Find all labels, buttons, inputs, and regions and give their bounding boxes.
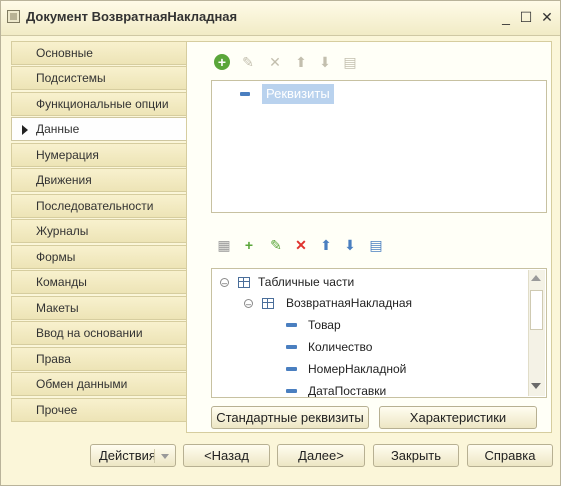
- tab-functional-options[interactable]: Функциональные опции: [11, 92, 186, 116]
- tab-rights[interactable]: Права: [11, 347, 186, 371]
- table-icon: [262, 298, 274, 309]
- title-bar[interactable]: Документ ВозвратнаяНакладная _ ☐ ✕: [1, 1, 560, 36]
- minimize-button[interactable]: _: [498, 8, 514, 26]
- move-down-icon[interactable]: ⬇: [317, 54, 333, 70]
- next-button[interactable]: Далее>: [277, 444, 365, 467]
- tab-label: Функциональные опции: [36, 97, 169, 111]
- tab-subsystems[interactable]: Подсистемы: [11, 66, 186, 90]
- tab-label: Данные: [36, 122, 80, 136]
- tab-commands[interactable]: Команды: [11, 270, 186, 294]
- sort-icon[interactable]: ▤: [368, 237, 384, 253]
- collapse-icon[interactable]: –: [220, 278, 229, 288]
- tabular-parts-tree[interactable]: – Табличные части – ВозвратнаяНакладная …: [211, 268, 547, 398]
- standard-attributes-button[interactable]: Стандартные реквизиты: [211, 406, 369, 429]
- help-button[interactable]: Справка: [467, 444, 553, 467]
- tab-numbering[interactable]: Нумерация: [11, 143, 186, 167]
- divider: [154, 449, 155, 463]
- scroll-up-icon[interactable]: [531, 275, 541, 281]
- tab-label: Последовательности: [36, 199, 154, 213]
- window-icon: [7, 10, 20, 23]
- tree-label: Табличные части: [258, 275, 355, 289]
- close-dialog-button[interactable]: Закрыть: [373, 444, 459, 467]
- tab-label: Макеты: [36, 301, 79, 315]
- move-up-icon[interactable]: ⬆: [318, 237, 334, 253]
- scroll-down-icon[interactable]: [531, 383, 541, 389]
- tabular-toolbar: ▦ + ✎ ✕ ⬆ ⬇ ▤: [216, 237, 396, 257]
- tree-scrollbar[interactable]: [528, 270, 545, 396]
- tree-label: Товар: [308, 318, 341, 332]
- attribute-icon: [286, 389, 297, 393]
- tab-label: Ввод на основании: [36, 326, 143, 340]
- tree-label: ДатаПоставки: [308, 384, 387, 398]
- add-icon[interactable]: +: [214, 54, 230, 70]
- tab-label: Прочее: [36, 403, 78, 417]
- back-button[interactable]: <Назад: [183, 444, 270, 467]
- move-up-icon[interactable]: ⬆: [293, 54, 309, 70]
- collapse-icon[interactable]: –: [244, 299, 253, 309]
- tab-label: Права: [36, 352, 71, 366]
- delete-icon[interactable]: ✕: [293, 237, 309, 253]
- tab-label: Журналы: [36, 224, 89, 238]
- tab-input-by-string[interactable]: Ввод на основании: [11, 321, 186, 345]
- actions-dropdown-button[interactable]: Действия: [90, 444, 176, 467]
- add-table-icon[interactable]: ▦: [216, 237, 232, 253]
- characteristics-button[interactable]: Характеристики: [379, 406, 537, 429]
- tab-sequences[interactable]: Последовательности: [11, 194, 186, 218]
- attributes-group-icon: [240, 92, 250, 96]
- tab-data[interactable]: Данные: [11, 117, 187, 141]
- scroll-thumb[interactable]: [530, 290, 543, 330]
- tab-label: Движения: [36, 173, 92, 187]
- attributes-label: Реквизиты: [266, 86, 330, 101]
- attribute-icon: [286, 345, 297, 349]
- delete-icon[interactable]: ✕: [267, 54, 283, 70]
- table-icon: [238, 277, 250, 288]
- tab-templates[interactable]: Макеты: [11, 296, 186, 320]
- tab-journals[interactable]: Журналы: [11, 219, 186, 243]
- tab-main[interactable]: Основные: [11, 41, 186, 65]
- actions-label: Действия: [99, 448, 156, 463]
- active-tab-arrow-icon: [22, 125, 28, 135]
- window-title: Документ ВозвратнаяНакладная: [26, 9, 238, 24]
- tab-movements[interactable]: Движения: [11, 168, 186, 192]
- close-button[interactable]: ✕: [539, 8, 555, 26]
- attributes-toolbar: + ✎ ✕ ⬆ ⬇ ▤: [214, 54, 374, 74]
- sort-icon[interactable]: ▤: [342, 54, 358, 70]
- maximize-button[interactable]: ☐: [518, 8, 534, 26]
- tree-label: Количество: [308, 340, 373, 354]
- chevron-down-icon: [161, 454, 169, 459]
- tab-forms[interactable]: Формы: [11, 245, 186, 269]
- tab-label: Обмен данными: [36, 377, 128, 391]
- tab-label: Формы: [36, 250, 76, 264]
- tab-label: Команды: [36, 275, 87, 289]
- document-window: Документ ВозвратнаяНакладная _ ☐ ✕ Основ…: [0, 0, 561, 486]
- tab-other[interactable]: Прочее: [11, 398, 186, 422]
- tab-data-exchange[interactable]: Обмен данными: [11, 372, 186, 396]
- edit-icon[interactable]: ✎: [268, 237, 284, 253]
- attribute-icon: [286, 367, 297, 371]
- data-tab-content: + ✎ ✕ ⬆ ⬇ ▤ Реквизиты ▦ + ✎ ✕ ⬆ ⬇ ▤ – Та…: [186, 41, 552, 433]
- edit-icon[interactable]: ✎: [240, 54, 256, 70]
- move-down-icon[interactable]: ⬇: [342, 237, 358, 253]
- tab-label: Основные: [36, 46, 93, 60]
- attributes-list[interactable]: Реквизиты: [211, 80, 547, 213]
- add-column-icon[interactable]: +: [241, 237, 257, 253]
- tree-label: НомерНакладной: [308, 362, 407, 376]
- tab-label: Нумерация: [36, 148, 99, 162]
- selected-item[interactable]: Реквизиты: [262, 84, 334, 104]
- attribute-icon: [286, 323, 297, 327]
- tab-label: Подсистемы: [36, 71, 106, 85]
- tree-label: ВозвратнаяНакладная: [286, 296, 412, 310]
- section-tabs: Основные Подсистемы Функциональные опции…: [11, 41, 187, 427]
